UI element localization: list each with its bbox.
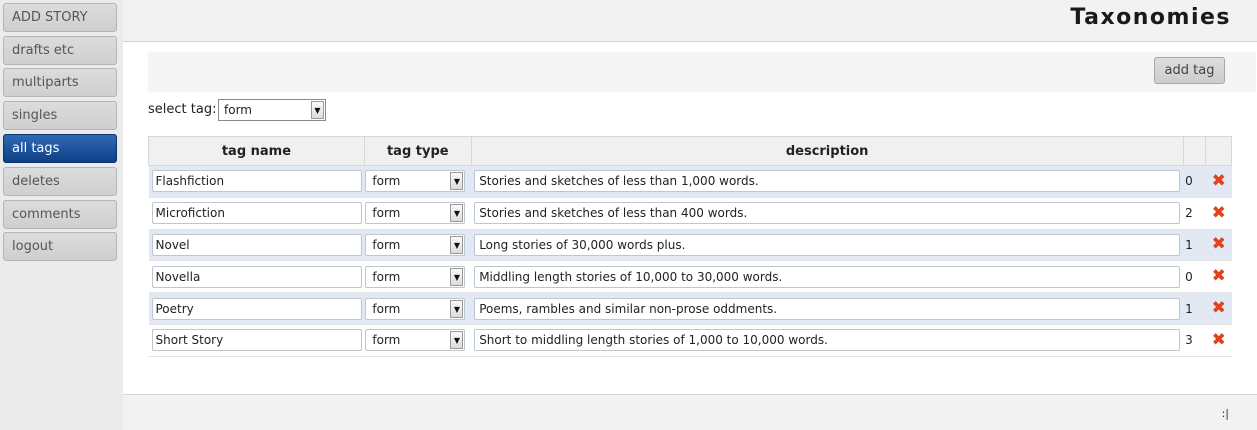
description-input[interactable]: Stories and sketches of less than 1,000 …	[474, 170, 1181, 193]
footer: :|	[123, 394, 1257, 430]
delete-x-icon[interactable]: ✖	[1212, 300, 1232, 317]
tags-table: tag name tag type description Flashficti…	[148, 136, 1232, 357]
tag-type-select[interactable]: form ▼	[365, 297, 466, 320]
toolbar	[148, 52, 1256, 92]
tag-name-input[interactable]: Poetry	[151, 297, 362, 320]
delete-x-icon[interactable]: ✖	[1212, 172, 1232, 190]
tag-type-value: form	[372, 174, 401, 189]
delete-x-icon[interactable]: ✖	[1212, 268, 1232, 285]
dropdown-arrow-icon[interactable]: ▼	[311, 101, 324, 119]
tag-type-select[interactable]: form ▼	[365, 329, 466, 352]
main-content: add tag select tag: form ▼ tag name tag …	[123, 42, 1257, 394]
tag-type-value: form	[372, 237, 401, 252]
sidebar-item-drafts[interactable]: drafts etc	[3, 36, 117, 65]
table-row: Flashfiction form ▼ Stories and sketches …	[148, 165, 1232, 198]
description-input[interactable]: Short to middling length stories of 1,00…	[474, 329, 1181, 352]
header: Taxonomies	[123, 0, 1257, 42]
usage-count: 3	[1183, 324, 1206, 357]
sidebar-item-singles[interactable]: singles	[3, 101, 117, 130]
description-input[interactable]: Long stories of 30,000 words plus.	[474, 233, 1181, 256]
table-row: Poetry form ▼ Poems, rambles and similar …	[148, 292, 1232, 325]
select-tag-dropdown[interactable]: form ▼	[218, 99, 326, 121]
add-tag-button[interactable]: add tag	[1154, 57, 1225, 84]
tag-name-input[interactable]: Microfiction	[151, 202, 362, 225]
page-title: Taxonomies	[1070, 5, 1231, 30]
sidebar-item-all-tags[interactable]: all tags	[3, 134, 117, 163]
dropdown-arrow-icon[interactable]: ▼	[450, 172, 464, 191]
tag-name-input[interactable]: Novel	[151, 233, 362, 256]
delete-x-icon[interactable]: ✖	[1212, 236, 1232, 253]
table-row: Novella form ▼ Middling length stories of…	[148, 260, 1232, 294]
usage-count: 2	[1183, 197, 1206, 230]
sidebar-item-multiparts[interactable]: multiparts	[3, 68, 117, 97]
sidebar-item-comments[interactable]: comments	[3, 200, 117, 229]
tag-type-select[interactable]: form ▼	[365, 233, 466, 256]
tag-type-value: form	[372, 301, 401, 316]
dropdown-arrow-icon[interactable]: ▼	[450, 331, 464, 350]
tag-name-input[interactable]: Short Story	[151, 329, 362, 352]
dropdown-arrow-icon[interactable]: ▼	[450, 267, 464, 286]
select-tag-value: form	[224, 103, 252, 117]
dropdown-arrow-icon[interactable]: ▼	[450, 299, 464, 318]
tag-type-select[interactable]: form ▼	[365, 170, 466, 193]
usage-count: 1	[1183, 292, 1206, 325]
description-input[interactable]: Stories and sketches of less than 400 wo…	[474, 202, 1181, 225]
usage-count: 0	[1183, 165, 1206, 198]
tag-type-value: form	[372, 333, 401, 348]
sidebar-item-logout[interactable]: logout	[3, 232, 117, 261]
select-tag-label: select tag:	[148, 102, 217, 117]
description-input[interactable]: Poems, rambles and similar non-prose odd…	[474, 297, 1181, 320]
column-header-description: description	[470, 136, 1184, 166]
sidebar: ADD STORY drafts etc multiparts singles …	[0, 0, 123, 430]
column-header-tag-name: tag name	[148, 136, 365, 166]
footer-mark: :|	[1221, 407, 1229, 420]
dropdown-arrow-icon[interactable]: ▼	[450, 204, 464, 223]
tag-type-select[interactable]: form ▼	[365, 202, 466, 225]
delete-x-icon[interactable]: ✖	[1212, 204, 1232, 222]
table-header-row: tag name tag type description	[148, 136, 1232, 166]
column-header-actions	[1205, 136, 1232, 166]
tag-name-input[interactable]: Flashfiction	[151, 170, 362, 193]
usage-count: 0	[1183, 260, 1206, 294]
delete-x-icon[interactable]: ✖	[1212, 331, 1232, 349]
table-row: Short Story form ▼ Short to middling leng…	[148, 324, 1232, 357]
dropdown-arrow-icon[interactable]: ▼	[450, 235, 464, 254]
tag-type-value: form	[372, 269, 401, 284]
column-header-tag-type: tag type	[363, 136, 472, 166]
column-header-count	[1182, 136, 1207, 166]
sidebar-item-add-story[interactable]: ADD STORY	[3, 3, 117, 32]
tag-name-input[interactable]: Novella	[151, 265, 362, 288]
description-input[interactable]: Middling length stories of 10,000 to 30,…	[474, 265, 1181, 288]
table-row: Microfiction form ▼ Stories and sketches …	[148, 197, 1232, 230]
usage-count: 1	[1183, 229, 1206, 262]
table-row: Novel form ▼ Long stories of 30,000 words…	[148, 229, 1232, 262]
sidebar-item-deletes[interactable]: deletes	[3, 167, 117, 196]
tag-type-select[interactable]: form ▼	[365, 265, 466, 288]
tag-type-value: form	[372, 206, 401, 221]
